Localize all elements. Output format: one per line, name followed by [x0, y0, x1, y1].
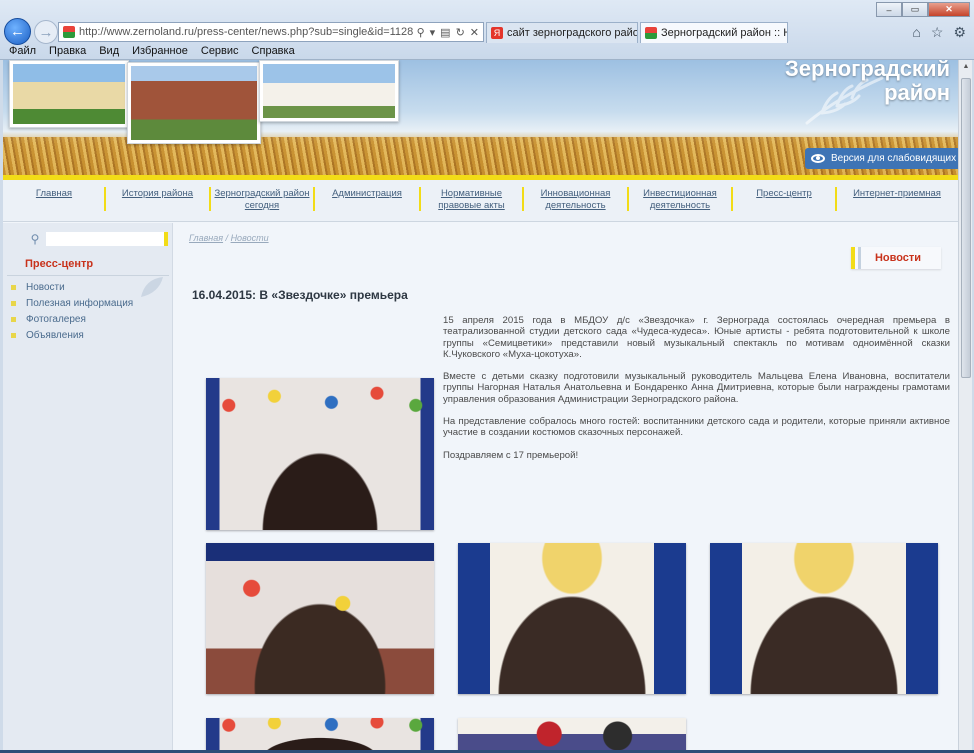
gallery-photo[interactable]: [206, 543, 434, 694]
site-favicon-icon: [63, 26, 75, 38]
breadcrumb-news-link[interactable]: Новости: [231, 233, 269, 243]
bullet-icon: [11, 332, 16, 338]
nav-legal-acts[interactable]: Нормативные правовые акты: [421, 187, 524, 211]
address-bar[interactable]: http://www.zernoland.ru/press-center/new…: [58, 22, 484, 42]
search-icon[interactable]: ⚲: [24, 232, 46, 246]
sidebar-item-label: Фотогалерея: [26, 313, 86, 325]
back-button[interactable]: ←: [4, 18, 31, 45]
search-icon[interactable]: ⚲: [417, 26, 425, 39]
site-title: Зерноградский район: [748, 60, 958, 105]
scrollbar-thumb[interactable]: [961, 78, 971, 378]
address-url[interactable]: http://www.zernoland.ru/press-center/new…: [79, 26, 417, 38]
menu-favorites[interactable]: Избранное: [132, 44, 188, 59]
article-paragraph: Поздравляем с 17 премьерой!: [443, 449, 579, 461]
sidebar: ⚲ Пресс-центр Новости Полезная информаци…: [3, 223, 173, 750]
banner-photo: [127, 62, 261, 144]
sidebar-item-label: Новости: [26, 281, 65, 293]
decorative-leaf-icon: [141, 277, 163, 297]
favorites-star-icon[interactable]: ☆: [931, 24, 944, 41]
breadcrumb-home-link[interactable]: Главная: [189, 233, 223, 243]
banner-photo: [9, 60, 129, 128]
arrow-left-icon: ←: [10, 23, 25, 40]
nav-history[interactable]: История района: [106, 187, 211, 211]
menu-help[interactable]: Справка: [252, 44, 295, 59]
article-body: 15 апреля 2015 года в МБДОУ д/с «Звездоч…: [443, 315, 950, 472]
tab-active[interactable]: Зерноградский район :: Н... ✕: [640, 22, 788, 43]
refresh-icon[interactable]: ↻: [456, 26, 465, 39]
article-paragraph: Вместе с детьми сказку подготовили музык…: [443, 371, 950, 405]
gallery-photo[interactable]: [206, 718, 434, 750]
eye-icon: [811, 154, 825, 163]
gallery-photo[interactable]: [458, 543, 686, 694]
section-label: Новости: [851, 247, 941, 269]
nav-investment[interactable]: Инвестиционная деятельность: [629, 187, 733, 211]
sidebar-menu: Новости Полезная информация Фотогалерея …: [11, 279, 133, 343]
nav-district-today[interactable]: Зерноградский район сегодня: [211, 187, 315, 211]
sidebar-item-label: Полезная информация: [26, 297, 134, 309]
nav-internet-reception[interactable]: Интернет-приемная: [837, 187, 957, 211]
scroll-up-icon[interactable]: ▲: [961, 63, 971, 75]
article-photo[interactable]: [206, 378, 434, 530]
compat-view-icon[interactable]: ▤: [440, 26, 450, 39]
main-content: Главная / Новости Новости 16.04.2015: В …: [174, 223, 958, 750]
home-icon[interactable]: ⌂: [912, 24, 920, 41]
maximize-button[interactable]: ▭: [902, 2, 928, 17]
dropdown-icon[interactable]: ▾: [430, 26, 436, 39]
minimize-button[interactable]: –: [876, 2, 902, 17]
sidebar-item-useful-info[interactable]: Полезная информация: [11, 295, 133, 311]
site-title-line2: район: [884, 80, 950, 105]
browser-tools: ⌂ ☆ ⚙: [912, 24, 966, 41]
sidebar-item-announcements[interactable]: Объявления: [11, 327, 133, 343]
menu-edit[interactable]: Правка: [49, 44, 86, 59]
window-controls: – ▭ ✕: [876, 2, 970, 17]
yandex-icon: Я: [491, 27, 503, 39]
accessibility-version-button[interactable]: Версия для слабовидящих: [805, 148, 958, 169]
menu-file[interactable]: Файл: [9, 44, 36, 59]
menu-view[interactable]: Вид: [99, 44, 119, 59]
bullet-icon: [11, 284, 16, 290]
vertical-scrollbar[interactable]: ▲: [958, 60, 972, 750]
forward-button[interactable]: →: [34, 20, 58, 44]
sidebar-heading: Пресс-центр: [25, 258, 94, 270]
nav-administration[interactable]: Администрация: [315, 187, 421, 211]
browser-chrome: ← → http://www.zernoland.ru/press-center…: [0, 0, 974, 60]
gear-icon[interactable]: ⚙: [953, 24, 966, 41]
banner-photo: [259, 60, 399, 122]
gallery-photo[interactable]: [458, 718, 686, 750]
tab-label: Зерноградский район :: Н...: [661, 27, 788, 39]
tab-search[interactable]: Я сайт зерноградского района ...: [486, 22, 638, 43]
search-box: ⚲: [24, 230, 170, 247]
site-title-line1: Зерноградский: [785, 60, 950, 81]
breadcrumb: Главная / Новости: [189, 233, 269, 243]
arrow-right-icon: →: [38, 23, 54, 41]
nav-innovation[interactable]: Инновационная деятельность: [524, 187, 629, 211]
article-paragraph: 15 апреля 2015 года в МБДОУ д/с «Звездоч…: [443, 315, 950, 360]
gallery-photo[interactable]: [710, 543, 938, 694]
nav-press-center[interactable]: Пресс-центр: [733, 187, 837, 211]
site-banner: Зерноградский район Версия для слабовидя…: [3, 60, 958, 175]
search-accent: [164, 231, 168, 246]
sidebar-item-label: Объявления: [26, 329, 84, 341]
main-nav: Главная История района Зерноградский рай…: [3, 180, 958, 222]
article-title: 16.04.2015: В «Звездочке» премьера: [192, 288, 408, 302]
accessibility-version-label: Версия для слабовидящих: [831, 153, 957, 164]
tab-label: сайт зерноградского района ...: [507, 27, 637, 39]
breadcrumb-separator: /: [223, 233, 231, 243]
sidebar-item-photogallery[interactable]: Фотогалерея: [11, 311, 133, 327]
stop-icon[interactable]: ✕: [470, 26, 479, 39]
article-paragraph: На представление собралось много гостей:…: [443, 416, 950, 439]
search-input[interactable]: [46, 231, 164, 246]
bullet-icon: [11, 316, 16, 322]
sidebar-item-news[interactable]: Новости: [11, 279, 133, 295]
menu-bar: Файл Правка Вид Избранное Сервис Справка: [0, 44, 295, 59]
menu-tools[interactable]: Сервис: [201, 44, 239, 59]
nav-home[interactable]: Главная: [4, 187, 106, 211]
site-favicon-icon: [645, 27, 657, 39]
close-window-button[interactable]: ✕: [928, 2, 970, 17]
page-viewport: Зерноградский район Версия для слабовидя…: [3, 60, 958, 750]
bullet-icon: [11, 300, 16, 306]
